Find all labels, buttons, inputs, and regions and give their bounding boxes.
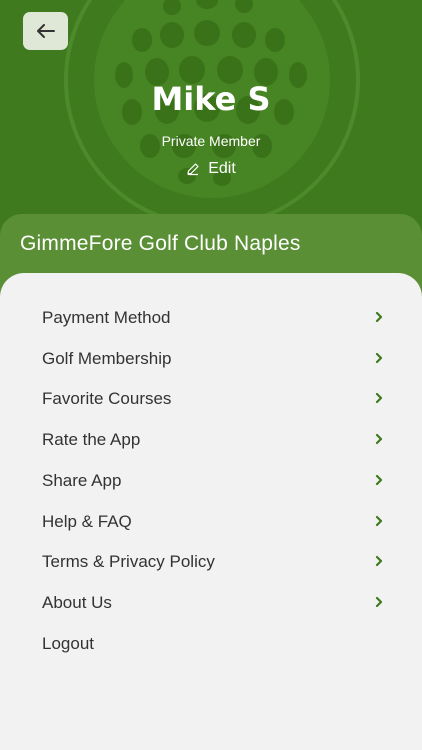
membership-type: Private Member [161,133,261,149]
settings-menu: Payment Method Golf Membership Favorite … [0,273,422,750]
chevron-right-icon [375,433,383,445]
menu-item-share-app[interactable]: Share App [0,462,422,502]
menu-item-label: Favorite Courses [42,389,172,408]
menu-item-label: Golf Membership [42,349,172,368]
club-name: GimmeFore Golf Club Naples [20,232,301,255]
chevron-right-icon [375,392,383,404]
menu-item-about-us[interactable]: About Us [0,584,422,624]
user-name: Mike S [151,80,271,118]
back-button[interactable] [23,12,68,50]
chevron-right-icon [375,474,383,486]
menu-item-help-faq[interactable]: Help & FAQ [0,503,422,543]
menu-item-label: Logout [42,634,94,653]
menu-item-label: Help & FAQ [42,512,132,531]
pencil-icon [187,163,199,176]
menu-item-label: Rate the App [42,430,141,449]
chevron-right-icon [375,515,383,527]
menu-item-label: Share App [42,471,122,490]
menu-item-logout[interactable]: Logout [0,625,422,665]
chevron-right-icon [375,555,383,567]
chevron-right-icon [375,311,383,323]
edit-profile-button[interactable]: Edit [0,160,422,178]
chevron-right-icon [375,352,383,364]
arrow-left-icon [36,24,55,38]
menu-item-label: Terms & Privacy Policy [42,552,215,571]
menu-item-label: About Us [42,593,112,612]
menu-item-payment-method[interactable]: Payment Method [0,299,422,339]
chevron-right-icon [375,596,383,608]
edit-label: Edit [208,160,236,177]
menu-item-golf-membership[interactable]: Golf Membership [0,340,422,380]
menu-item-rate-the-app[interactable]: Rate the App [0,421,422,461]
menu-item-label: Payment Method [42,308,171,327]
menu-item-favorite-courses[interactable]: Favorite Courses [0,380,422,420]
profile-header: Mike S Private Member Edit [0,0,422,230]
menu-item-terms-privacy[interactable]: Terms & Privacy Policy [0,543,422,583]
